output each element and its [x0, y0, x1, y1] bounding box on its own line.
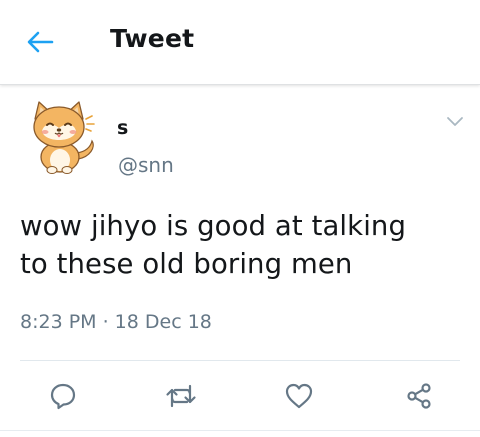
- top-app-bar: Tweet: [0, 0, 480, 85]
- tweet-menu-button[interactable]: [443, 112, 467, 130]
- tweet-text: wow jihyo is good at talking to these ol…: [20, 207, 465, 283]
- retweet-icon: [166, 384, 196, 408]
- chevron-down-icon: [447, 116, 463, 126]
- display-name[interactable]: s: [117, 117, 128, 139]
- heart-icon: [285, 383, 313, 409]
- page-title: Tweet: [110, 24, 195, 53]
- reply-button[interactable]: [40, 373, 86, 419]
- share-icon: [407, 383, 431, 409]
- divider: [0, 430, 480, 431]
- back-button[interactable]: [22, 26, 58, 58]
- shiba-dog-avatar-icon: [33, 101, 95, 174]
- tweet-text-line: wow jihyo is good at talking: [20, 210, 407, 242]
- tweet-timestamp: 8:23 PM · 18 Dec 18: [20, 311, 212, 333]
- reply-icon: [50, 383, 76, 410]
- tweet-text-line: to these old boring men: [20, 248, 353, 280]
- retweet-button[interactable]: [158, 373, 204, 419]
- back-arrow-icon: [27, 31, 54, 53]
- user-handle[interactable]: @snn: [118, 153, 174, 177]
- share-button[interactable]: [396, 373, 442, 419]
- action-bar: [0, 373, 480, 419]
- divider: [20, 360, 460, 361]
- like-button[interactable]: [276, 373, 322, 419]
- avatar[interactable]: [20, 97, 102, 179]
